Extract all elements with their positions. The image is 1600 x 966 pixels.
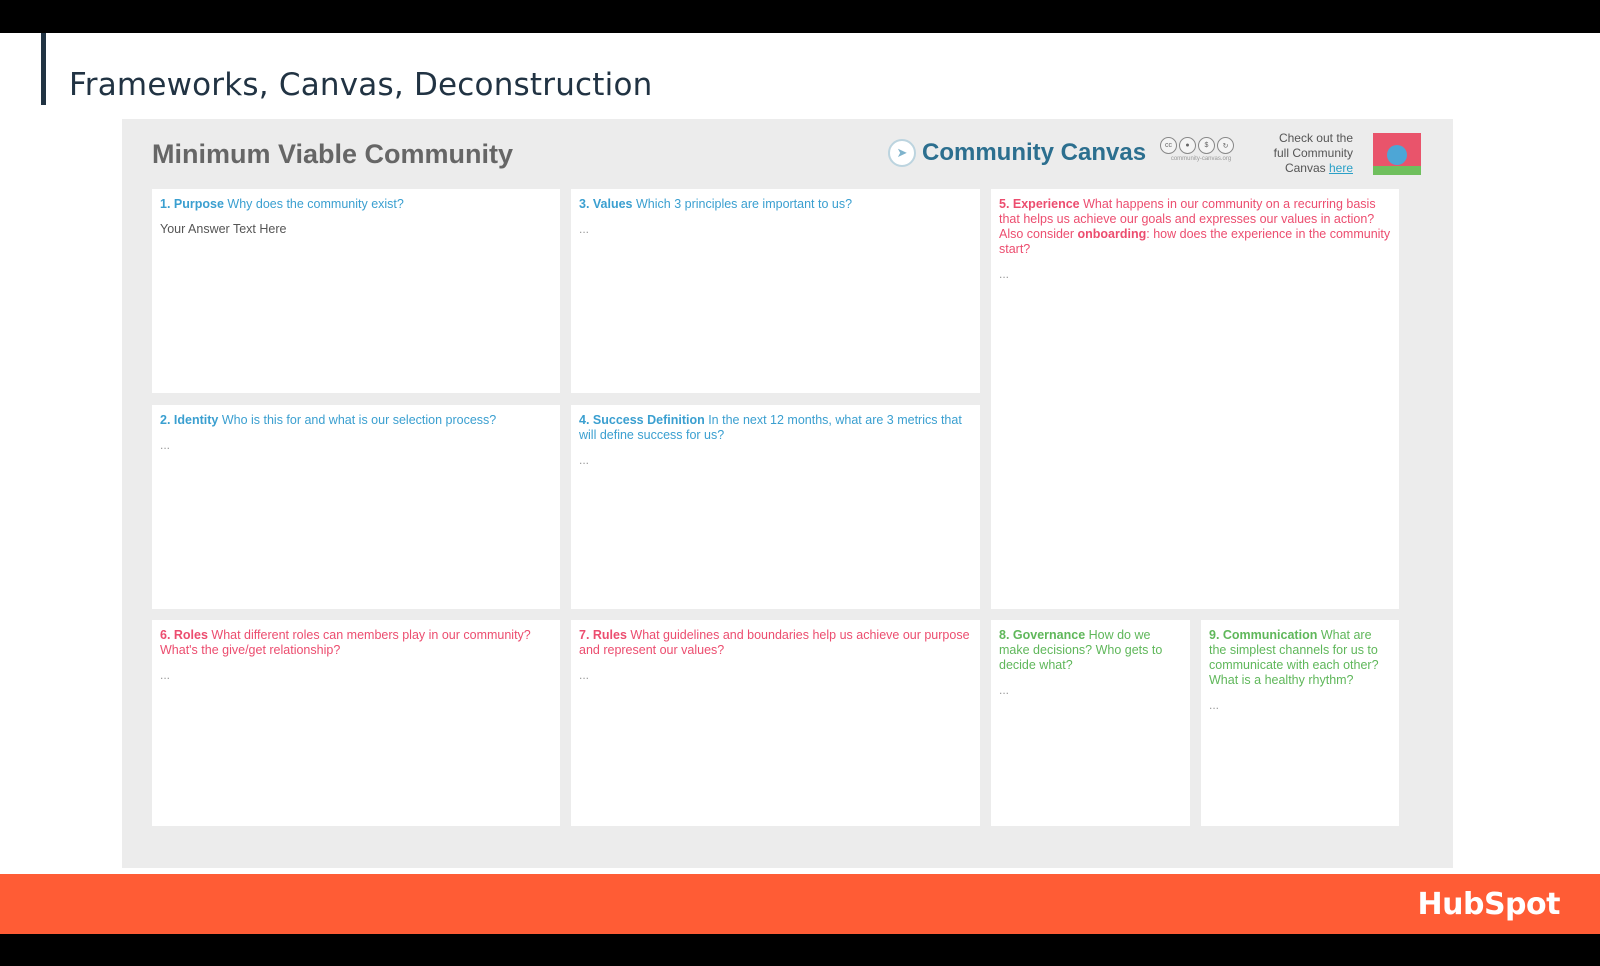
checkout-line: Check out the bbox=[1278, 131, 1353, 145]
canvas-title: Minimum Viable Community bbox=[152, 139, 514, 169]
community-canvas-image: Minimum Viable Community ➤ Community Can… bbox=[122, 119, 1453, 868]
license-url: community-canvas.org bbox=[1170, 156, 1232, 162]
checkout-line: Canvas bbox=[1284, 161, 1326, 175]
governance-question: 8. Governance How do we make decisions? … bbox=[999, 628, 1163, 672]
canvas-brand: ➤ Community Canvas bbox=[888, 139, 1146, 167]
rules-question: 7. Rules What guidelines and boundaries … bbox=[579, 628, 970, 657]
identity-box[interactable]: 2. Identity Who is this for and what is … bbox=[152, 405, 560, 609]
communication-question: 9. Communication What are the simplest c… bbox=[1209, 628, 1379, 687]
identity-question: 2. Identity Who is this for and what is … bbox=[160, 413, 497, 427]
experience-question: 5. Experience What happens in our commun… bbox=[999, 197, 1391, 256]
by-icon: ● bbox=[1179, 137, 1196, 154]
values-question: 3. Values Which 3 principles are importa… bbox=[579, 197, 853, 211]
rules-box[interactable]: 7. Rules What guidelines and boundaries … bbox=[571, 620, 980, 826]
nc-icon: $ bbox=[1198, 137, 1215, 154]
communication-answer: ... bbox=[1209, 698, 1220, 712]
license-badge: cc ● $ ↻ community-canvas.org bbox=[1160, 137, 1242, 171]
compass-icon: ➤ bbox=[888, 139, 916, 167]
experience-answer: ... bbox=[999, 267, 1010, 281]
identity-answer: ... bbox=[160, 438, 171, 452]
slide: Frameworks, Canvas, Deconstruction Minim… bbox=[0, 33, 1600, 874]
thumbnail-bottom bbox=[1373, 166, 1421, 175]
experience-box[interactable]: 5. Experience What happens in our commun… bbox=[991, 189, 1399, 609]
sa-icon: ↻ bbox=[1217, 137, 1234, 154]
governance-box[interactable]: 8. Governance How do we make decisions? … bbox=[991, 620, 1190, 826]
roles-question: 6. Roles What different roles can member… bbox=[160, 628, 531, 657]
full-canvas-thumbnail[interactable] bbox=[1373, 133, 1421, 175]
roles-answer: ... bbox=[160, 668, 171, 682]
roles-box[interactable]: 6. Roles What different roles can member… bbox=[152, 620, 560, 826]
values-answer: ... bbox=[579, 222, 590, 236]
purpose-question: 1. Purpose Why does the community exist? bbox=[160, 197, 404, 211]
title-accent-bar bbox=[41, 33, 46, 105]
success-answer: ... bbox=[579, 453, 590, 467]
success-question: 4. Success Definition In the next 12 mon… bbox=[579, 413, 962, 442]
footer-bar: HubSpot bbox=[0, 874, 1600, 934]
rules-answer: ... bbox=[579, 668, 590, 682]
governance-answer: ... bbox=[999, 683, 1010, 697]
hubspot-logo: HubSpot bbox=[1417, 887, 1561, 922]
thumbnail-center bbox=[1387, 145, 1407, 165]
values-box[interactable]: 3. Values Which 3 principles are importa… bbox=[571, 189, 980, 393]
purpose-box[interactable]: 1. Purpose Why does the community exist?… bbox=[152, 189, 560, 393]
cc-icon: cc bbox=[1160, 137, 1177, 154]
checkout-line: full Community bbox=[1273, 146, 1353, 160]
purpose-answer: Your Answer Text Here bbox=[160, 222, 287, 236]
slide-title: Frameworks, Canvas, Deconstruction bbox=[69, 67, 653, 103]
success-definition-box[interactable]: 4. Success Definition In the next 12 mon… bbox=[571, 405, 980, 609]
brand-name: Community Canvas bbox=[922, 139, 1147, 166]
here-link[interactable]: here bbox=[1329, 161, 1353, 175]
checkout-note: Check out the full Community Canvas here bbox=[1247, 131, 1353, 176]
communication-box[interactable]: 9. Communication What are the simplest c… bbox=[1201, 620, 1399, 826]
